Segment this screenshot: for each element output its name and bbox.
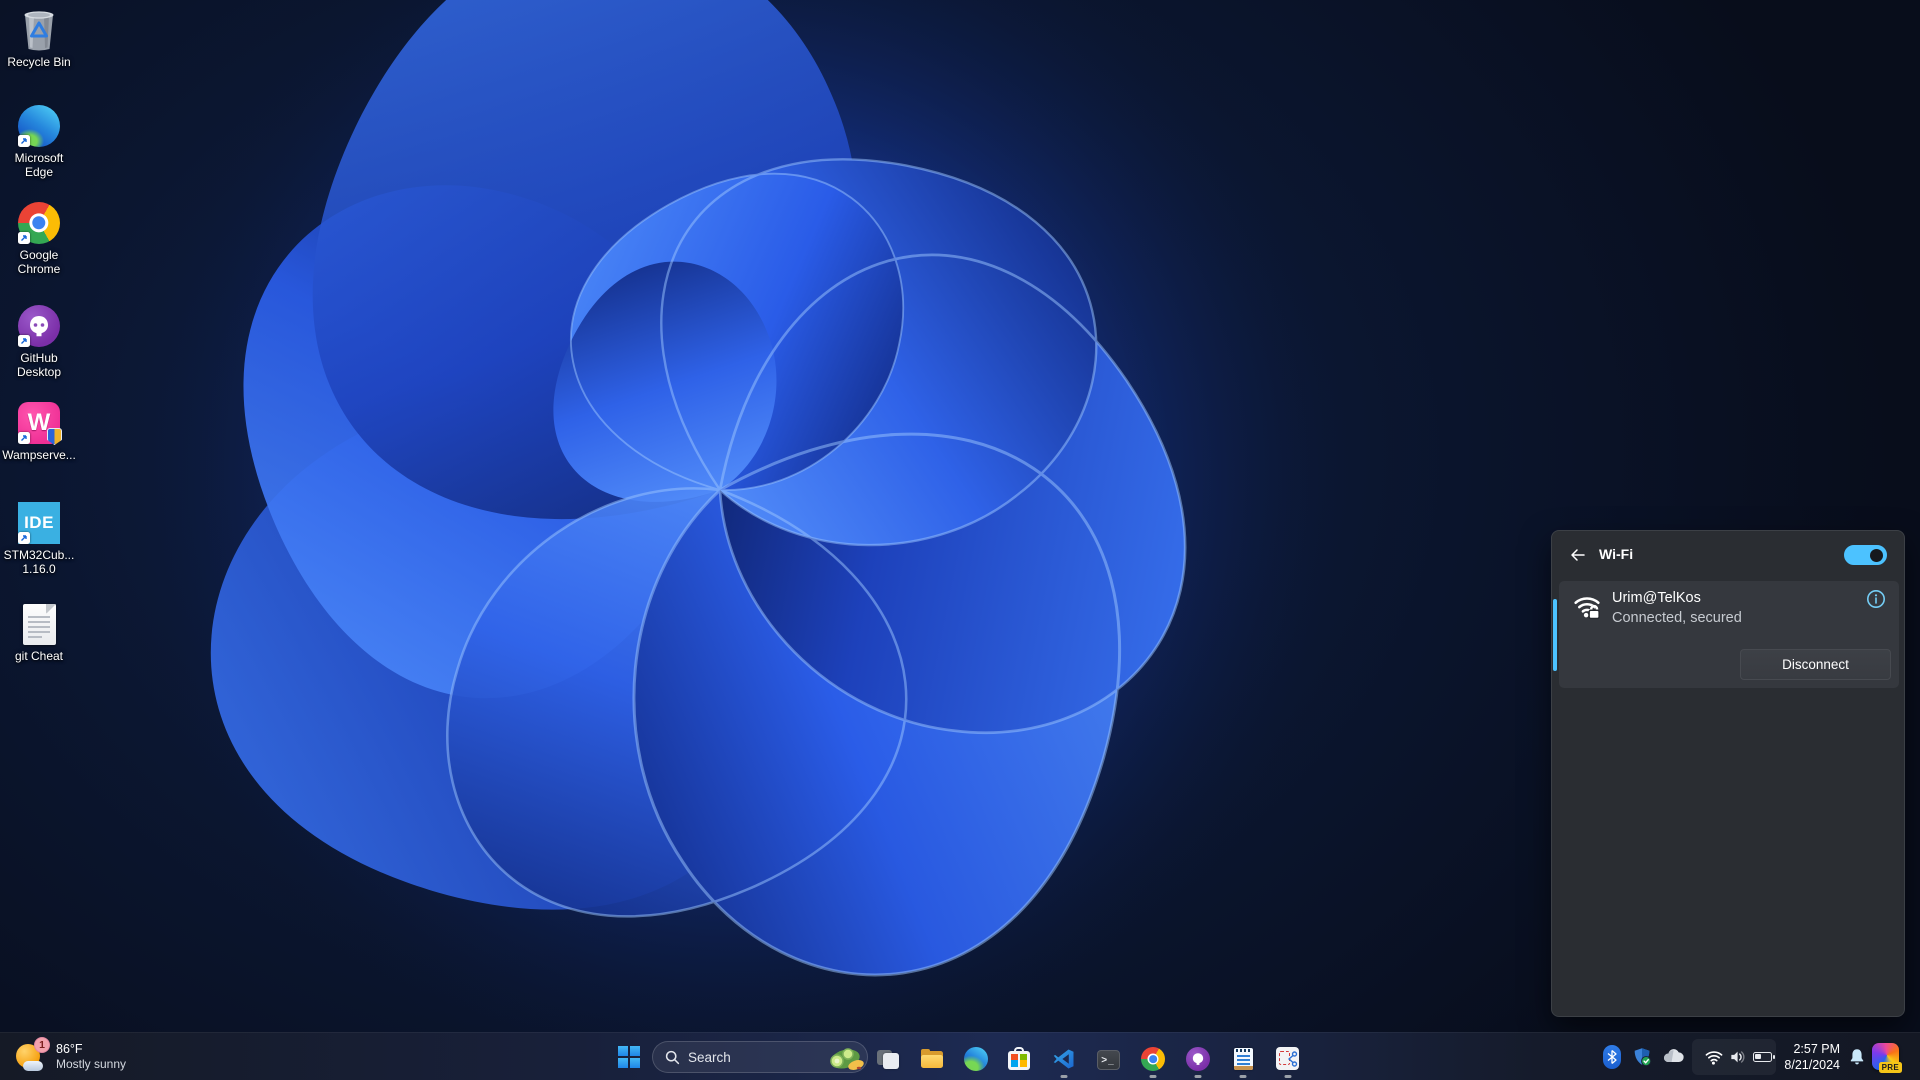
recycle-bin-icon	[17, 8, 61, 52]
shortcut-arrow-icon	[18, 135, 30, 147]
shortcut-arrow-icon	[18, 335, 30, 347]
wifi-panel-header: Wi-Fi	[1552, 531, 1904, 579]
connected-network-status: Connected, secured	[1612, 610, 1742, 626]
back-arrow-icon[interactable]	[1564, 541, 1592, 569]
running-indicator	[1060, 1075, 1068, 1078]
weather-condition: Mostly sunny	[56, 1057, 127, 1071]
weather-widget[interactable]: 1 86°F Mostly sunny	[4, 1035, 136, 1079]
connected-network-name: Urim@TelKos	[1612, 590, 1701, 606]
desktop-icon-github-desktop[interactable]: GitHub Desktop	[0, 304, 78, 379]
shortcut-arrow-icon	[18, 232, 30, 244]
quick-settings-group[interactable]	[1692, 1039, 1776, 1075]
bluetooth-icon[interactable]	[1598, 1043, 1626, 1071]
running-indicator	[1239, 1075, 1247, 1078]
clock[interactable]: 2:57 PM 8/21/2024	[1778, 1041, 1840, 1073]
file-explorer-icon	[920, 1047, 944, 1071]
weather-badge: 1	[34, 1037, 50, 1053]
wifi-flyout-panel: Wi-Fi Urim@TelKos Connected, secured Dis…	[1551, 530, 1905, 1017]
wifi-signal-icon	[1572, 591, 1602, 621]
desktop-icon-label: Microsoft Edge	[14, 151, 64, 179]
shortcut-arrow-icon	[18, 532, 30, 544]
taskbar-app-snipping-tool[interactable]	[1268, 1039, 1308, 1079]
onedrive-icon[interactable]	[1659, 1043, 1687, 1071]
weather-temp: 86°F	[56, 1042, 83, 1056]
document-icon	[22, 603, 56, 645]
taskbar-app-file-explorer[interactable]	[912, 1039, 952, 1079]
weather-icon: 1	[14, 1037, 50, 1074]
search-placeholder: Search	[688, 1049, 731, 1065]
taskbar-app-github-desktop[interactable]	[1178, 1039, 1218, 1079]
taskbar-app-edge[interactable]	[956, 1039, 996, 1079]
notepad-icon	[1231, 1047, 1255, 1071]
microsoft-store-icon	[1008, 1047, 1032, 1071]
wifi-panel-title: Wi-Fi	[1599, 546, 1634, 562]
taskbar: 1 86°F Mostly sunny Search >_ 2:57 PM 8/…	[0, 1032, 1920, 1080]
chrome-icon	[1141, 1047, 1165, 1071]
taskbar-app-notepad[interactable]	[1223, 1039, 1263, 1079]
search-highlight-image	[830, 1048, 864, 1070]
copilot-icon[interactable]: PRE	[1872, 1043, 1902, 1073]
connected-network-card[interactable]: Urim@TelKos Connected, secured Disconnec…	[1559, 581, 1899, 688]
taskbar-app-task-view[interactable]	[868, 1039, 908, 1079]
uac-shield-icon	[47, 428, 62, 445]
github-icon	[1186, 1047, 1210, 1071]
start-button[interactable]	[611, 1039, 647, 1075]
desktop-icon-git-cheat[interactable]: git Cheat	[0, 602, 78, 663]
running-indicator	[1149, 1075, 1157, 1078]
edge-icon	[964, 1047, 988, 1071]
windows-logo-icon	[618, 1046, 640, 1068]
desktop-icon-label: Wampserve...	[2, 448, 76, 462]
wifi-toggle[interactable]	[1844, 545, 1887, 565]
shortcut-arrow-icon	[18, 432, 30, 444]
search-box[interactable]: Search	[652, 1041, 868, 1073]
desktop-icon-recycle-bin[interactable]: Recycle Bin	[0, 8, 78, 69]
desktop-icon-stm32cube-ide[interactable]: IDE STM32Cub... 1.16.0	[0, 501, 78, 576]
desktop-icon-label: git Cheat	[14, 649, 64, 663]
running-indicator	[1284, 1075, 1292, 1078]
clock-time: 2:57 PM	[1793, 1042, 1840, 1056]
running-indicator	[1194, 1075, 1202, 1078]
selection-accent-bar	[1553, 599, 1557, 671]
desktop-icon-label: STM32Cub... 1.16.0	[3, 548, 75, 576]
terminal-icon: >_	[1096, 1047, 1120, 1071]
snipping-tool-icon	[1276, 1047, 1300, 1071]
taskbar-app-terminal[interactable]: >_	[1088, 1039, 1128, 1079]
desktop-icon-microsoft-edge[interactable]: Microsoft Edge	[0, 104, 78, 179]
disconnect-button[interactable]: Disconnect	[1740, 649, 1891, 680]
search-icon	[665, 1050, 680, 1064]
desktop-icon-label: Google Chrome	[17, 248, 61, 276]
clock-date: 8/21/2024	[1784, 1058, 1840, 1072]
desktop-icon-wampserver[interactable]: W Wampserve...	[0, 401, 78, 462]
battery-icon	[1748, 1043, 1776, 1071]
toggle-knob	[1870, 548, 1883, 562]
taskbar-app-store[interactable]	[1000, 1039, 1040, 1079]
notification-bell-icon[interactable]	[1846, 1046, 1868, 1068]
desktop: Recycle Bin Microsoft Edge Google Chrome	[0, 0, 1920, 1080]
vscode-icon	[1052, 1047, 1076, 1071]
task-view-icon	[876, 1047, 900, 1071]
desktop-icon-label: Recycle Bin	[7, 55, 71, 69]
copilot-pre-badge: PRE	[1878, 1062, 1902, 1073]
cloud-icon	[23, 1061, 43, 1071]
taskbar-app-chrome[interactable]	[1133, 1039, 1173, 1079]
network-info-icon[interactable]	[1866, 589, 1886, 609]
desktop-icon-label: GitHub Desktop	[16, 351, 62, 379]
desktop-icon-google-chrome[interactable]: Google Chrome	[0, 201, 78, 276]
taskbar-app-vscode[interactable]	[1044, 1039, 1084, 1079]
windows-security-icon[interactable]	[1628, 1043, 1656, 1071]
